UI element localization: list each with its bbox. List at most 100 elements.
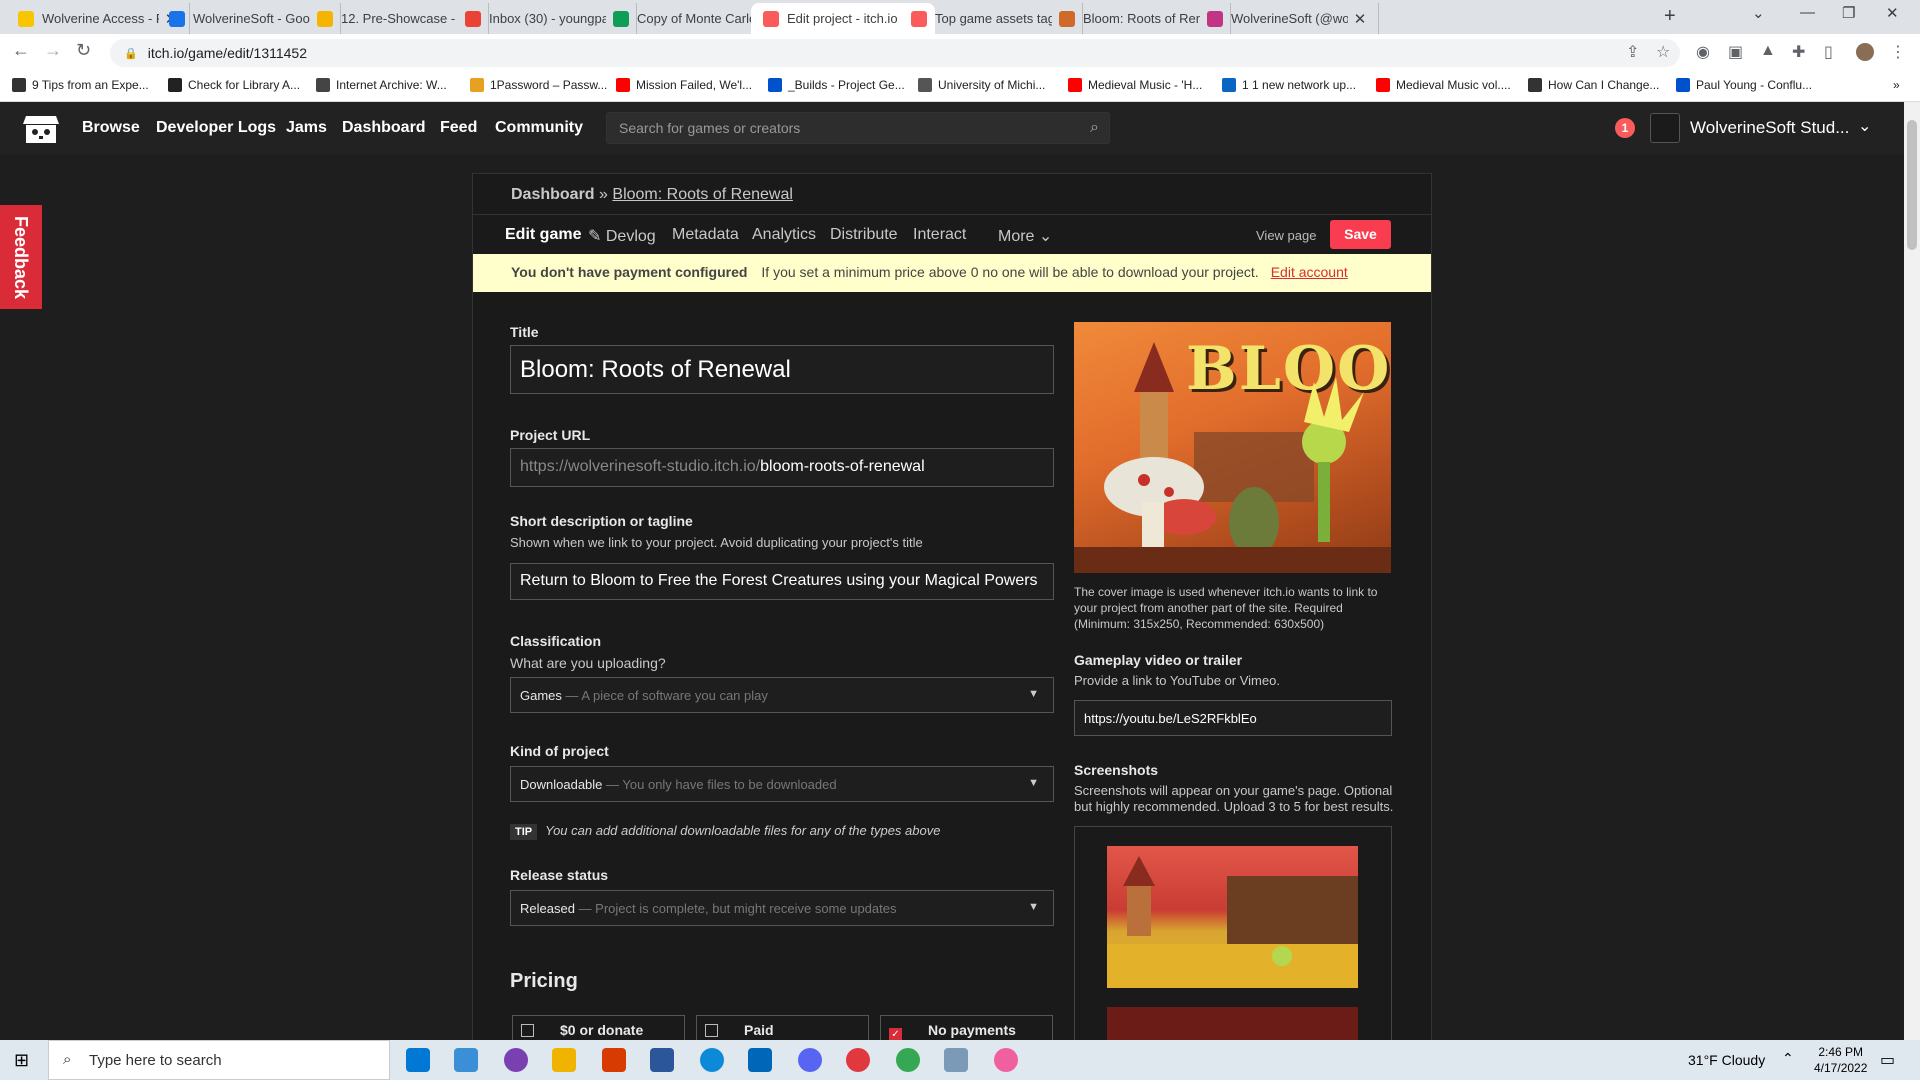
browser-tab[interactable]: WolverineSoft (@wolv ✕ [1195,3,1379,34]
maximize-button[interactable]: ❐ [1842,4,1855,22]
edge-icon[interactable] [700,1048,724,1072]
scroll-thumb[interactable] [1907,120,1917,250]
bookmark-item[interactable]: 1 1 new network up... [1222,78,1356,92]
classification-select[interactable]: Games — A piece of software you can play… [510,677,1054,713]
clock[interactable]: 2:46 PM 4/17/2022 [1814,1044,1867,1076]
nav-browse[interactable]: Browse [82,119,140,137]
project-url-input[interactable]: https://wolverinesoft-studio.itch.io/blo… [510,448,1054,487]
tab-interact[interactable]: Interact [913,226,966,244]
edit-account-link[interactable]: Edit account [1271,264,1348,280]
bookmark-favicon-icon [768,78,782,92]
tab-distribute[interactable]: Distribute [830,226,898,244]
taskbar-app-icon[interactable] [504,1048,528,1072]
menu-icon[interactable]: ⋮ [1890,42,1906,62]
itunes-icon[interactable] [994,1048,1018,1072]
breadcrumb-current[interactable]: Bloom: Roots of Renewal [612,186,793,203]
bookmark-item[interactable]: Medieval Music vol.... [1376,78,1511,92]
warning-text: If you set a minimum price above 0 no on… [761,264,1259,280]
bookmark-item[interactable]: Paul Young - Conflu... [1676,78,1812,92]
word-icon[interactable] [650,1048,674,1072]
address-bar[interactable]: 🔒 itch.io/game/edit/1311452 [110,39,1680,67]
breadcrumb-root[interactable]: Dashboard [511,186,595,203]
bookmark-item[interactable]: _Builds - Project Ge... [768,78,905,92]
save-button[interactable]: Save [1330,220,1391,249]
office-icon[interactable] [602,1048,626,1072]
notification-center-icon[interactable]: ▭ [1880,1050,1895,1070]
bookmark-label: Check for Library A... [188,78,301,92]
bookmark-item[interactable]: How Can I Change... [1528,78,1659,92]
extension-icon[interactable]: ◉ [1696,42,1710,62]
page-scrollbar[interactable] [1904,102,1920,1040]
view-page-link[interactable]: View page [1256,228,1316,243]
close-tab-icon[interactable]: ✕ [1352,10,1368,28]
nav-community[interactable]: Community [495,119,583,137]
mail-icon[interactable] [454,1048,478,1072]
chevron-down-icon[interactable]: ⌄ [1858,116,1871,136]
nav-developer-logs[interactable]: Developer Logs [156,119,276,137]
browser-tab-bar: Wolverine Access - Fin ✕ WolverineSoft - G… [0,0,1920,34]
screenshots-help: Screenshots will appear on your game's p… [1074,783,1394,814]
taskbar-search-input[interactable]: ⌕ Type here to search [48,1040,390,1080]
bookmark-label: 1 1 new network up... [1242,78,1357,92]
tab-devlog[interactable]: ✎ Devlog [588,226,656,246]
bookmark-item[interactable]: Internet Archive: W... [316,78,447,92]
search-icon[interactable]: ⌕ [1090,119,1099,137]
taskbar-app-icon[interactable] [944,1048,968,1072]
bookmark-favicon-icon [616,78,630,92]
itch-logo-icon[interactable] [22,112,60,146]
tab-metadata[interactable]: Metadata [672,226,739,244]
tab-search-icon[interactable]: ⌄ [1752,4,1765,22]
bookmark-item[interactable]: 9 Tips from an Expe... [12,78,149,92]
pricing-option-paid[interactable]: Paid [696,1015,869,1043]
release-select[interactable]: Released — Project is complete, but migh… [510,890,1054,926]
vscode-icon[interactable] [748,1048,772,1072]
account-name[interactable]: WolverineSoft Stud... [1690,118,1849,138]
minimize-button[interactable]: — [1800,4,1815,21]
new-tab-button[interactable]: + [1664,5,1676,28]
windows-start-icon[interactable]: ⊞ [14,1050,29,1071]
back-icon[interactable]: ← [12,40,30,61]
notification-badge[interactable]: 1 [1615,118,1635,138]
bookmark-item[interactable]: University of Michi... [918,78,1045,92]
cover-image[interactable]: BLOOM [1074,322,1391,573]
share-icon[interactable]: ⇪ [1626,42,1639,62]
tagline-input[interactable]: Return to Bloom to Free the Forest Creat… [510,563,1054,600]
extension-icon[interactable]: ▣ [1728,42,1743,62]
bookmark-item[interactable]: Check for Library A... [168,78,300,92]
taskbar-app-icon[interactable] [846,1048,870,1072]
profile-avatar[interactable] [1856,43,1874,61]
weather-widget[interactable]: 31°F Cloudy [1688,1052,1765,1068]
chrome-icon[interactable] [896,1048,920,1072]
tab-edit-game[interactable]: Edit game [505,226,581,244]
pricing-option-free[interactable]: $0 or donate [512,1015,685,1043]
folder-icon[interactable] [552,1048,576,1072]
chevron-up-icon[interactable]: ⌃ [1782,1050,1794,1067]
puzzle-icon[interactable]: ✚ [1792,42,1805,62]
screenshot-thumbnail[interactable] [1107,846,1358,988]
video-url-input[interactable]: https://youtu.be/LeS2RFkblEo [1074,700,1392,736]
bookmark-star-icon[interactable]: ☆ [1656,42,1670,62]
tab-more[interactable]: More ⌄ [998,226,1052,246]
nav-dashboard[interactable]: Dashboard [342,119,426,137]
kind-select[interactable]: Downloadable — You only have files to be… [510,766,1054,802]
nav-jams[interactable]: Jams [286,119,327,137]
pricing-option-no-payments[interactable]: ✓ No payments [880,1015,1053,1043]
sidebar-icon[interactable]: ▯ [1824,42,1833,62]
bookmark-item[interactable]: Mission Failed, We'l... [616,78,752,92]
forward-icon[interactable]: → [44,40,62,61]
reload-icon[interactable]: ↻ [76,40,91,61]
nav-feed[interactable]: Feed [440,119,477,137]
title-input[interactable]: Bloom: Roots of Renewal [510,345,1054,394]
close-window-button[interactable]: ✕ [1886,4,1899,22]
bookmark-item[interactable]: Medieval Music - 'H... [1068,78,1202,92]
discord-icon[interactable] [798,1048,822,1072]
feedback-button[interactable]: Feedback [0,205,42,309]
tab-title: WolverineSoft - Goog [193,11,310,26]
bookmark-item[interactable]: 1Password – Passw... [470,78,607,92]
account-avatar[interactable] [1650,113,1680,143]
extension-icon[interactable]: ▲ [1760,42,1776,60]
tab-analytics[interactable]: Analytics [752,226,816,244]
site-search-input[interactable]: Search for games or creators ⌕ [606,112,1110,144]
taskbar-app-icon[interactable] [406,1048,430,1072]
bookmarks-overflow-icon[interactable]: » [1893,78,1900,92]
